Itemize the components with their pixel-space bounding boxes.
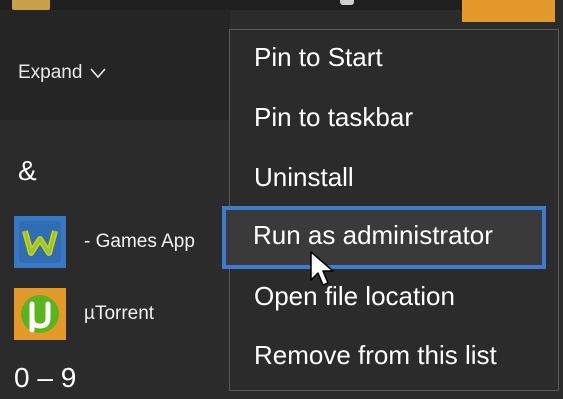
- menu-item-uninstall[interactable]: Uninstall: [254, 162, 354, 193]
- menu-item-label: Run as administrator: [253, 220, 493, 250]
- tile-gap: [555, 0, 563, 22]
- app-label: - Games App: [84, 231, 195, 252]
- expand-label: Expand: [18, 62, 83, 83]
- games-app-icon: [14, 216, 66, 268]
- menu-item-open-file-location[interactable]: Open file location: [254, 281, 455, 312]
- expand-button[interactable]: Expand: [18, 62, 107, 84]
- group-header-symbols[interactable]: &: [18, 155, 37, 187]
- utorrent-icon: [14, 288, 66, 340]
- menu-item-pin-to-taskbar[interactable]: Pin to taskbar: [254, 102, 413, 133]
- group-header-numbers[interactable]: 0 – 9: [14, 362, 76, 394]
- menu-item-remove-from-list[interactable]: Remove from this list: [254, 340, 497, 371]
- tile-fragment-left: [12, 0, 50, 10]
- tile-fragment-right[interactable]: [462, 0, 563, 22]
- chevron-down-icon: [90, 68, 107, 79]
- mouse-pointer-icon: [310, 251, 334, 286]
- app-label: µTorrent: [84, 303, 155, 324]
- truncated-title-fragment: [340, 0, 354, 5]
- menu-item-run-as-administrator[interactable]: Run as administrator: [222, 206, 546, 269]
- menu-item-pin-to-start[interactable]: Pin to Start: [254, 42, 383, 73]
- app-list-item-utorrent[interactable]: µTorrent: [0, 284, 240, 344]
- app-list-item-games[interactable]: - Games App: [0, 212, 240, 272]
